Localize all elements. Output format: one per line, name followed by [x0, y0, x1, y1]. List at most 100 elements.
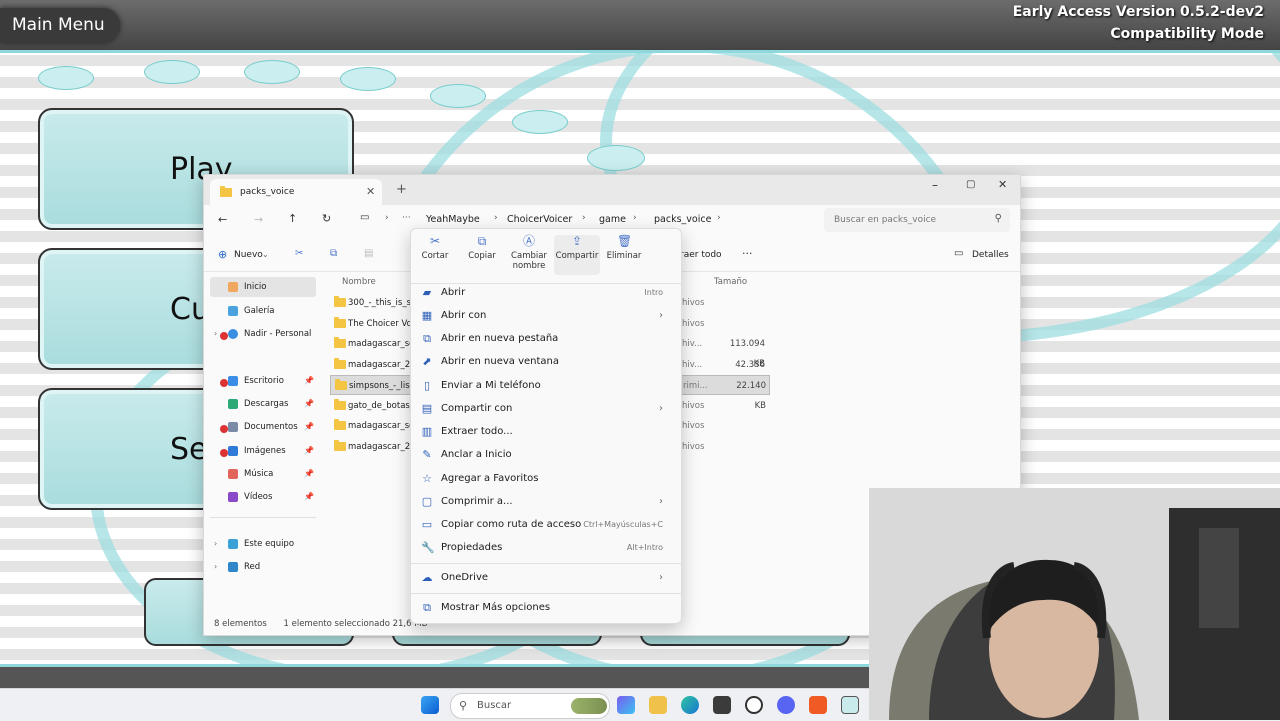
breadcrumb-yeahmaybe[interactable]: YeahMaybe	[426, 214, 480, 225]
zip-folder-icon	[334, 337, 346, 348]
compress-icon: ▢	[421, 495, 433, 508]
webcam-feed	[869, 488, 1280, 720]
menu-item-path[interactable]: ▭ Copiar como ruta de acceso Ctrl+Mayúscul…	[419, 514, 673, 536]
nav-downloads[interactable]: Descargas 📌	[210, 394, 316, 414]
new-tab-icon[interactable]: +	[396, 182, 407, 197]
nav-network[interactable]: › Red	[210, 557, 316, 577]
nav-pictures[interactable]: Imágenes 📌	[210, 441, 316, 461]
taskbar-search[interactable]: ⚲ Buscar	[450, 693, 610, 719]
forward-icon[interactable]: →	[254, 213, 263, 226]
search-field[interactable]: Buscar en packs_voice ⚲	[824, 208, 1010, 232]
menu-item-open-with[interactable]: ▦ Abrir con ›	[419, 305, 673, 327]
quick-action-label: Copiar	[468, 251, 496, 261]
menu-item-label: Enviar a Mi teléfono	[441, 380, 541, 391]
cloud-icon	[228, 329, 238, 339]
close-window-icon[interactable]: ✕	[998, 178, 1007, 191]
file-explorer-icon[interactable]	[649, 696, 667, 714]
menu-item-phone[interactable]: ▯ Enviar a Mi teléfono	[419, 375, 673, 397]
menu-item-label: Abrir en nueva pestaña	[441, 333, 559, 344]
menu-item-label: Abrir	[441, 287, 466, 298]
maximize-icon[interactable]: ▢	[966, 179, 975, 190]
cut-icon[interactable]: ✂	[295, 248, 303, 259]
quick-action-copy[interactable]: ⧉ Copiar	[459, 235, 505, 275]
nav-videos[interactable]: Vídeos 📌	[210, 487, 316, 507]
nav-home[interactable]: Inicio	[210, 277, 316, 297]
breadcrumb-choicervoicer[interactable]: ChoicerVoicer	[507, 214, 572, 225]
menu-item-label: Abrir en nueva ventana	[441, 356, 560, 367]
game-header: Main Menu Early Access Version 0.5.2-dev…	[0, 0, 1280, 53]
paste-icon[interactable]: ▤	[364, 248, 373, 259]
edge-icon[interactable]	[681, 696, 699, 714]
menu-item-new-tab[interactable]: ⧉ Abrir en nueva pestaña	[419, 328, 673, 350]
search-highlight-icon	[571, 698, 607, 714]
quick-action-label: Cambiar nombre	[511, 251, 547, 271]
quick-action-rename[interactable]: Ⓐ Cambiar nombre	[506, 235, 552, 275]
copy-icon[interactable]: ⧉	[330, 248, 337, 259]
refresh-icon[interactable]: ↻	[322, 212, 331, 225]
start-icon[interactable]	[421, 696, 439, 714]
pin-icon: 📌	[304, 492, 314, 501]
mode-label: Compatibility Mode	[1110, 26, 1264, 42]
menu-item-wrench[interactable]: 🔧 Propiedades Alt+Intro	[419, 537, 673, 559]
game-app-icon[interactable]	[841, 696, 859, 714]
details-button[interactable]: Detalles	[972, 250, 1009, 260]
new-window-icon: ⬈	[422, 355, 432, 368]
zip-folder-icon	[334, 296, 346, 307]
quick-action-scissors[interactable]: ✂ Cortar	[412, 235, 458, 275]
more-path-icon[interactable]: ···	[402, 213, 411, 223]
cloud-icon: ☁	[421, 571, 433, 584]
zip-folder-icon	[334, 419, 346, 430]
folder-icon: ▰	[422, 286, 432, 299]
chevron-right-icon: ›	[633, 213, 637, 223]
brave-icon[interactable]	[809, 696, 827, 714]
music-icon	[228, 469, 238, 479]
folder-icon	[220, 186, 232, 197]
nav-gallery[interactable]: Galería	[210, 301, 316, 321]
menu-item-star[interactable]: ☆ Agregar a Favoritos	[419, 468, 673, 490]
nav-music[interactable]: Música 📌	[210, 464, 316, 484]
more-icon[interactable]: ···	[742, 247, 753, 260]
gallery-icon	[228, 306, 238, 316]
store-icon[interactable]	[713, 696, 731, 714]
decor-bubble	[244, 60, 300, 84]
quick-action-share[interactable]: ⇪ Compartir	[554, 235, 600, 275]
nav-divider	[210, 517, 316, 518]
item-count: 8 elementos	[214, 619, 267, 629]
up-icon[interactable]: ↑	[288, 212, 297, 225]
menu-item-extract[interactable]: ▥ Extraer todo...	[419, 421, 673, 443]
column-name[interactable]: Nombre	[342, 277, 376, 287]
chevron-right-icon: ›	[659, 496, 663, 507]
menu-item-new-window[interactable]: ⬈ Abrir en nueva ventana	[419, 351, 673, 373]
close-tab-icon[interactable]: ✕	[366, 185, 375, 198]
nav-desktop[interactable]: Escritorio 📌	[210, 371, 316, 391]
decor-bubble	[512, 110, 568, 134]
discord-icon[interactable]	[777, 696, 795, 714]
back-icon[interactable]: ←	[218, 213, 227, 226]
nav-this-pc[interactable]: › Este equipo	[210, 534, 316, 554]
copilot-icon[interactable]	[617, 696, 635, 714]
menu-item-pin[interactable]: ✎ Anclar a Inicio	[419, 444, 673, 466]
breadcrumb-packs-voice[interactable]: packs_voice	[654, 214, 711, 225]
pin-icon: ✎	[422, 448, 432, 461]
menu-item-more-options[interactable]: ⧉ Mostrar Más opciones	[419, 597, 673, 619]
new-button[interactable]: Nuevo	[234, 250, 263, 260]
menu-item-folder[interactable]: ▰ Abrir Intro	[419, 282, 673, 304]
share-with-icon: ▤	[421, 402, 433, 415]
navigation-pane: Inicio Galería › Nadir - Personal Escrit…	[204, 271, 324, 615]
sync-error-icon	[220, 332, 228, 340]
nav-onedrive-personal[interactable]: › Nadir - Personal	[210, 324, 316, 344]
extract-all-button[interactable]: raer todo	[680, 250, 722, 260]
tab-bar: packs_voice ✕ + – ▢ ✕	[204, 175, 1020, 205]
menu-item-compress[interactable]: ▢ Comprimir a... ›	[419, 491, 673, 513]
menu-item-cloud[interactable]: ☁ OneDrive ›	[419, 567, 673, 589]
tab-packs-voice[interactable]: packs_voice ✕	[210, 179, 382, 205]
quick-action-trash[interactable]: 🗑 Eliminar	[601, 235, 647, 275]
scissors-icon: ✂	[429, 234, 441, 248]
nav-documents[interactable]: Documentos 📌	[210, 417, 316, 437]
column-size[interactable]: Tamaño	[714, 277, 747, 287]
menu-item-share-with[interactable]: ▤ Compartir con ›	[419, 398, 673, 420]
file-name: gato_de_botas_2	[348, 400, 418, 411]
minimize-icon[interactable]: –	[932, 178, 938, 192]
obs-icon[interactable]	[745, 696, 763, 714]
breadcrumb-game[interactable]: game	[599, 214, 626, 225]
